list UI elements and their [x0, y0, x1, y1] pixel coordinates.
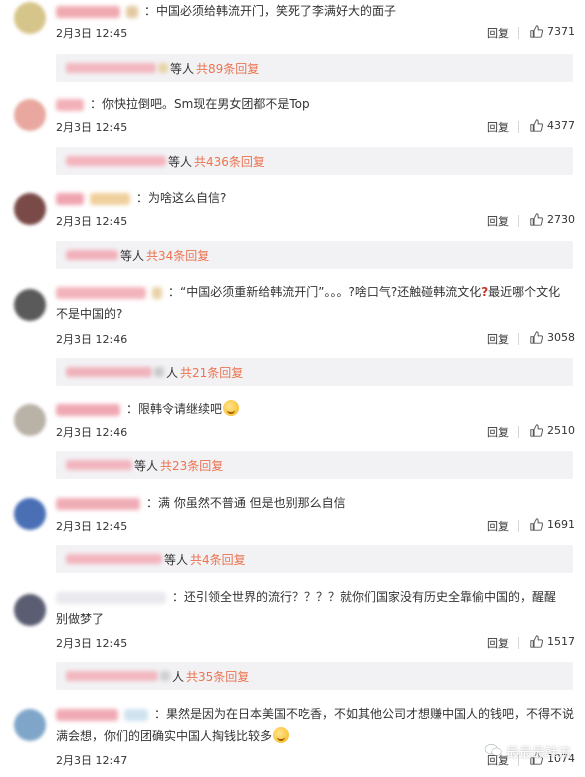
reply-button[interactable]: 回复	[487, 213, 509, 229]
reply-button[interactable]: 回复	[487, 119, 509, 135]
comment-date: 2月3日 12:45	[56, 215, 128, 228]
comment-date: 2月3日 12:46	[56, 333, 128, 346]
comment-text-line2: 不是中国的?	[56, 307, 123, 321]
comment-date: 2月3日 12:45	[56, 121, 128, 134]
like-count: 1691	[547, 518, 575, 531]
thumbs-up-icon	[530, 213, 543, 226]
comment-text-line2: 满会想，你们的团确实中国人掏钱比较多	[56, 729, 273, 743]
sub-replies[interactable]: 等人 共4条回复	[56, 545, 573, 573]
like-button[interactable]: 4377	[530, 119, 575, 132]
comment-date: 2月3日 12:47	[56, 754, 128, 767]
view-replies-link[interactable]: 共34条回复	[146, 247, 209, 264]
username-blurred[interactable]	[56, 98, 84, 111]
like-button[interactable]: 1517	[530, 635, 575, 648]
comment-date: 2月3日 12:46	[56, 426, 128, 439]
comment-line: ：中国必须给韩流开门，笑死了李满好大的面子	[56, 0, 573, 22]
username-blurred[interactable]	[56, 286, 146, 299]
view-replies-link[interactable]: 共436条回复	[194, 153, 265, 170]
thumbs-up-icon	[530, 25, 543, 38]
comment-line: ：还引领全世界的流行？？？？就你们国家没有历史全靠偷中国的，醒醒	[56, 586, 573, 608]
comment-text: 中国必须给韩流开门，笑死了李满好大的面子	[156, 4, 397, 18]
username-blurred[interactable]	[56, 708, 118, 721]
view-replies-link[interactable]: 共21条回复	[180, 364, 243, 381]
sub-replies[interactable]: 等人 共34条回复	[56, 241, 573, 269]
like-button[interactable]: 7371	[530, 25, 575, 38]
username-blurred[interactable]	[56, 192, 84, 205]
avatar[interactable]	[14, 594, 46, 626]
comment-date: 2月3日 12:45	[56, 27, 128, 40]
username-blurred[interactable]	[56, 5, 120, 18]
comment-text-line2: 别做梦了	[56, 612, 105, 626]
like-button[interactable]: 1691	[530, 518, 575, 531]
sub-replies[interactable]: 人 共21条回复	[56, 358, 573, 386]
thumbs-up-icon	[530, 518, 543, 531]
like-button[interactable]: 3058	[530, 331, 575, 344]
avatar[interactable]	[14, 289, 46, 321]
wechat-icon	[484, 743, 502, 761]
thumbs-up-icon	[530, 331, 543, 344]
reply-button[interactable]: 回复	[487, 331, 509, 347]
watermark-text: 最最最韩流	[505, 746, 571, 761]
avatar[interactable]	[14, 2, 46, 34]
watermark: 最最最韩流	[484, 742, 571, 761]
sub-replies[interactable]: 人 共35条回复	[56, 662, 573, 690]
comment-line: ：你快拉倒吧。Sm现在男女团都不是Top	[56, 93, 573, 115]
like-count: 4377	[547, 119, 575, 132]
reply-button[interactable]: 回复	[487, 518, 509, 534]
thumbs-up-icon	[530, 424, 543, 437]
like-button[interactable]: 2510	[530, 424, 575, 437]
face-emoji-icon	[223, 400, 240, 416]
comment-line: ：满 你虽然不普通 但是也别那么自信	[56, 492, 573, 514]
avatar[interactable]	[14, 99, 46, 131]
face-emoji-icon	[273, 727, 290, 743]
reply-button[interactable]: 回复	[487, 635, 509, 651]
username-blurred[interactable]	[56, 497, 140, 510]
comment-line: ：限韩令请继续吧	[56, 398, 573, 420]
like-count: 2510	[547, 424, 575, 437]
like-count: 1517	[547, 635, 575, 648]
avatar[interactable]	[14, 709, 46, 741]
comment-date: 2月3日 12:45	[56, 520, 128, 533]
reply-button[interactable]: 回复	[487, 25, 509, 41]
like-count: 3058	[547, 331, 575, 344]
sub-replies[interactable]: 等人 共89条回复	[56, 54, 573, 82]
like-button[interactable]: 2730	[530, 213, 575, 226]
avatar[interactable]	[14, 193, 46, 225]
reply-button[interactable]: 回复	[487, 424, 509, 440]
username-blurred[interactable]	[56, 403, 120, 416]
like-count: 2730	[547, 213, 575, 226]
comment-line: ：为啥这么自信?	[56, 187, 573, 209]
comment-line: ：“中国必须重新给韩流开门”。。。?啥口气?还触碰韩流文化?最近哪个文化	[56, 281, 573, 303]
view-replies-link[interactable]: 共23条回复	[160, 457, 223, 474]
avatar[interactable]	[14, 498, 46, 530]
thumbs-up-icon	[530, 119, 543, 132]
view-replies-link[interactable]: 共4条回复	[190, 551, 246, 568]
comment-date: 2月3日 12:45	[56, 637, 128, 650]
sub-replies[interactable]: 等人 共23条回复	[56, 451, 573, 479]
avatar[interactable]	[14, 404, 46, 436]
thumbs-up-icon	[530, 635, 543, 648]
like-count: 7371	[547, 25, 575, 38]
username-blurred[interactable]	[56, 591, 166, 604]
sub-replies[interactable]: 等人 共436条回复	[56, 147, 573, 175]
comment-line: ：果然是因为在日本美国不吃香，不如其他公司才想赚中国人的钱吧，不得不说	[56, 703, 574, 725]
view-replies-link[interactable]: 共89条回复	[196, 60, 259, 77]
view-replies-link[interactable]: 共35条回复	[186, 668, 249, 685]
